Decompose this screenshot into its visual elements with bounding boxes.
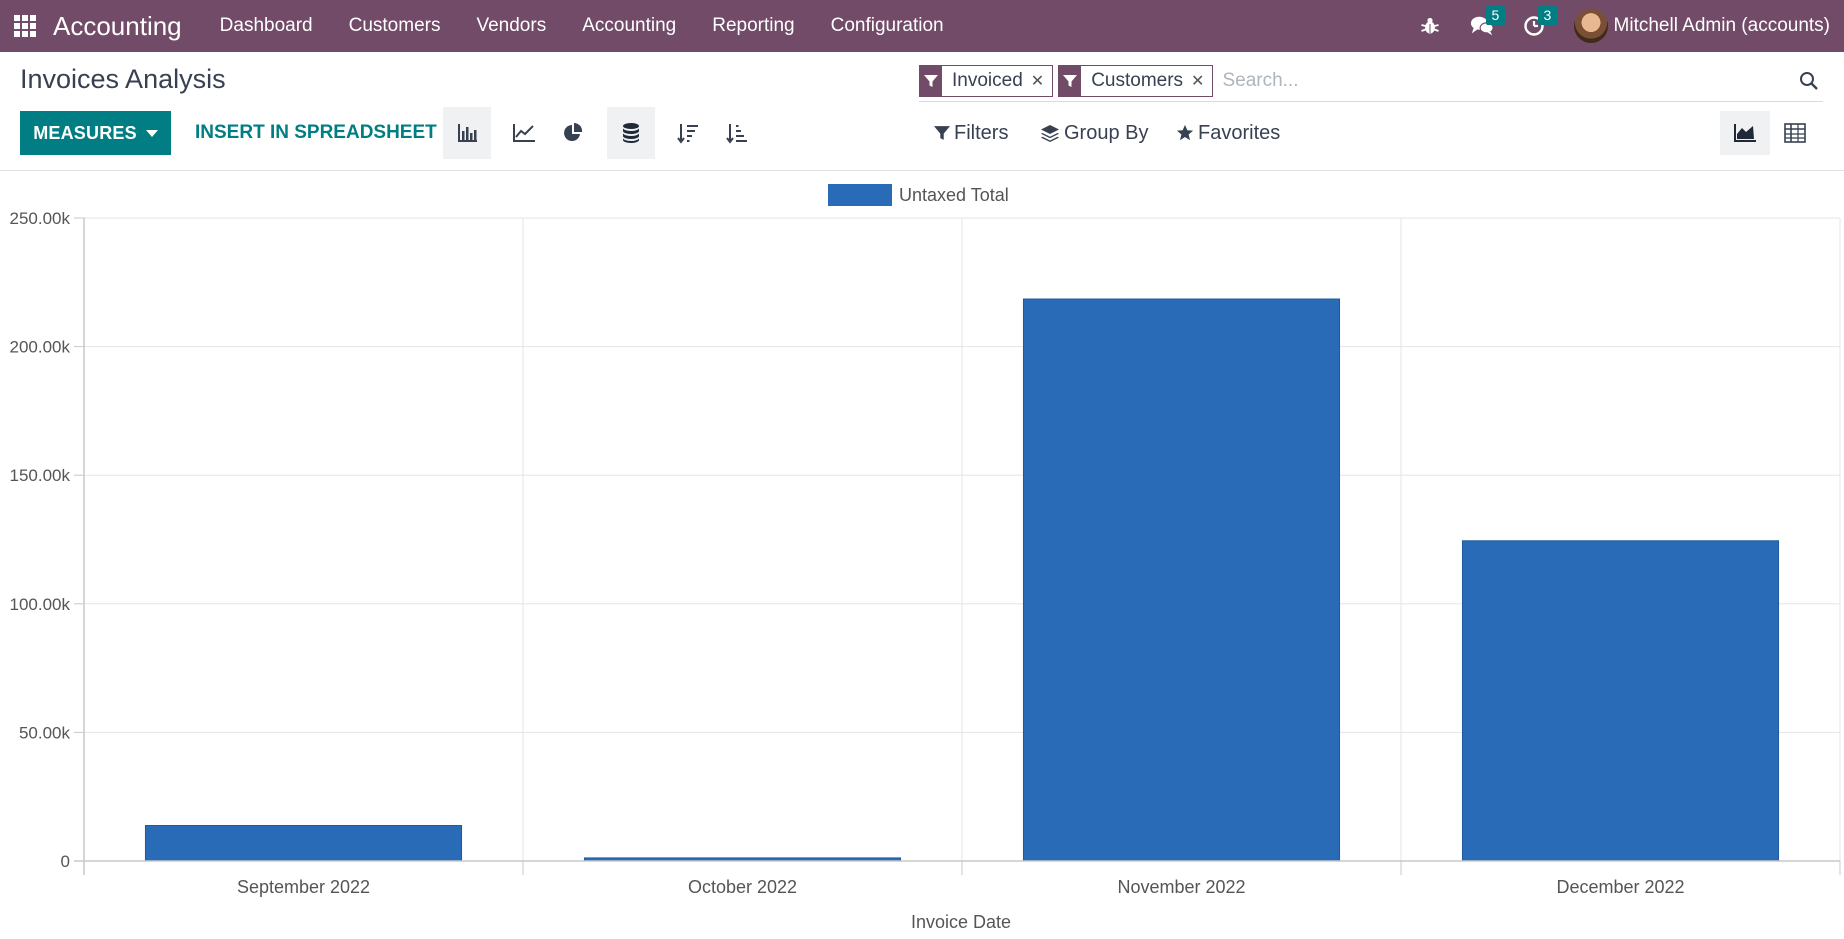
y-tick-label: 250.00k xyxy=(10,209,71,228)
insert-in-spreadsheet-button[interactable]: INSERT IN SPREADSHEET xyxy=(195,111,437,155)
menu-item-vendors[interactable]: Vendors xyxy=(458,15,564,37)
x-tick-label: November 2022 xyxy=(1117,877,1245,897)
caret-down-icon xyxy=(145,129,158,137)
y-tick-label: 0 xyxy=(61,852,70,871)
navbar-systray: 5 3 Mitchell Admin (accounts) xyxy=(1404,0,1844,52)
filter-icon xyxy=(934,126,950,140)
line-chart-icon xyxy=(513,124,535,142)
groupby-label: Group By xyxy=(1064,121,1149,144)
top-navbar: Accounting Dashboard Customers Vendors A… xyxy=(0,0,1844,52)
x-tick-label: September 2022 xyxy=(237,877,370,897)
filter-icon xyxy=(1059,65,1082,96)
bar-chart-button[interactable] xyxy=(443,107,491,159)
main-menu: Dashboard Customers Vendors Accounting R… xyxy=(202,0,962,52)
messages-count-badge: 5 xyxy=(1485,6,1506,25)
y-tick-label: 150.00k xyxy=(10,466,71,485)
filters-dropdown[interactable]: Filters xyxy=(934,111,1008,155)
app-brand[interactable]: Accounting xyxy=(53,11,182,42)
x-axis-label: Invoice Date xyxy=(911,912,1011,932)
search-input[interactable] xyxy=(1218,69,1795,92)
pie-chart-icon xyxy=(564,122,583,141)
user-name: Mitchell Admin (accounts) xyxy=(1613,15,1830,36)
facet-label: Invoiced xyxy=(952,69,1023,91)
menu-item-dashboard[interactable]: Dashboard xyxy=(202,15,331,37)
star-icon xyxy=(1176,124,1194,141)
bar-3[interactable] xyxy=(1022,298,1341,862)
search-facet-customers: Customers ✕ xyxy=(1058,64,1214,97)
legend-label[interactable]: Untaxed Total xyxy=(899,185,1009,205)
facet-label: Customers xyxy=(1091,69,1184,91)
activities-count-badge: 3 xyxy=(1537,6,1558,25)
messages-icon[interactable]: 5 xyxy=(1470,6,1506,38)
search-facet-invoiced: Invoiced ✕ xyxy=(919,64,1054,97)
legend-swatch[interactable] xyxy=(828,184,892,206)
filters-label: Filters xyxy=(954,121,1009,144)
user-menu[interactable]: Mitchell Admin (accounts) xyxy=(1573,9,1830,43)
sort-ascending-icon xyxy=(726,124,747,144)
sort-descending-icon xyxy=(677,124,698,144)
menu-item-configuration[interactable]: Configuration xyxy=(813,15,962,37)
pie-chart-button[interactable] xyxy=(549,107,597,159)
apps-menu-icon[interactable] xyxy=(13,14,37,38)
groupby-dropdown[interactable]: Group By xyxy=(1040,111,1148,155)
activities-clock-icon[interactable]: 3 xyxy=(1522,6,1558,38)
line-chart-button[interactable] xyxy=(500,107,548,159)
facet-remove-icon[interactable]: ✕ xyxy=(1031,71,1052,91)
y-tick-label: 100.00k xyxy=(10,595,71,614)
table-grid-icon xyxy=(1784,123,1806,143)
search-bar: Invoiced ✕ Customers ✕ xyxy=(919,60,1823,102)
menu-item-accounting[interactable]: Accounting xyxy=(564,15,694,37)
invoices-bar-chart: 0 50.00k 100.00k 150.00k 200.00k 250.00k Septe… xyxy=(10,184,1841,932)
measures-label: MEASURES xyxy=(33,122,137,143)
filter-icon xyxy=(920,65,942,96)
area-chart-icon xyxy=(1734,124,1756,142)
sort-ascending-button[interactable] xyxy=(713,107,761,159)
menu-item-reporting[interactable]: Reporting xyxy=(694,15,812,37)
bar-1[interactable] xyxy=(144,825,463,862)
y-tick-label: 200.00k xyxy=(10,338,71,357)
search-icon[interactable] xyxy=(1795,71,1823,91)
stacked-button[interactable] xyxy=(607,107,655,159)
measures-button[interactable]: MEASURES xyxy=(20,111,171,155)
page-title: Invoices Analysis xyxy=(20,64,226,94)
x-tick-label: December 2022 xyxy=(1556,877,1684,897)
facet-remove-icon[interactable]: ✕ xyxy=(1191,71,1212,91)
sort-descending-button[interactable] xyxy=(664,107,712,159)
menu-item-customers[interactable]: Customers xyxy=(331,15,459,37)
favorites-dropdown[interactable]: Favorites xyxy=(1176,111,1280,155)
debug-bug-icon[interactable] xyxy=(1418,14,1442,38)
bar-chart-icon xyxy=(458,124,477,142)
bar-4[interactable] xyxy=(1461,540,1780,862)
database-stack-icon xyxy=(623,123,639,143)
y-tick-label: 50.00k xyxy=(19,723,71,742)
pivot-view-button[interactable] xyxy=(1770,111,1820,155)
graph-view-button[interactable] xyxy=(1720,111,1770,155)
x-tick-label: October 2022 xyxy=(688,877,797,897)
favorites-label: Favorites xyxy=(1198,121,1281,144)
layers-icon xyxy=(1041,125,1059,142)
user-avatar xyxy=(1573,9,1608,43)
chart-legend: Untaxed Total xyxy=(828,184,1009,206)
